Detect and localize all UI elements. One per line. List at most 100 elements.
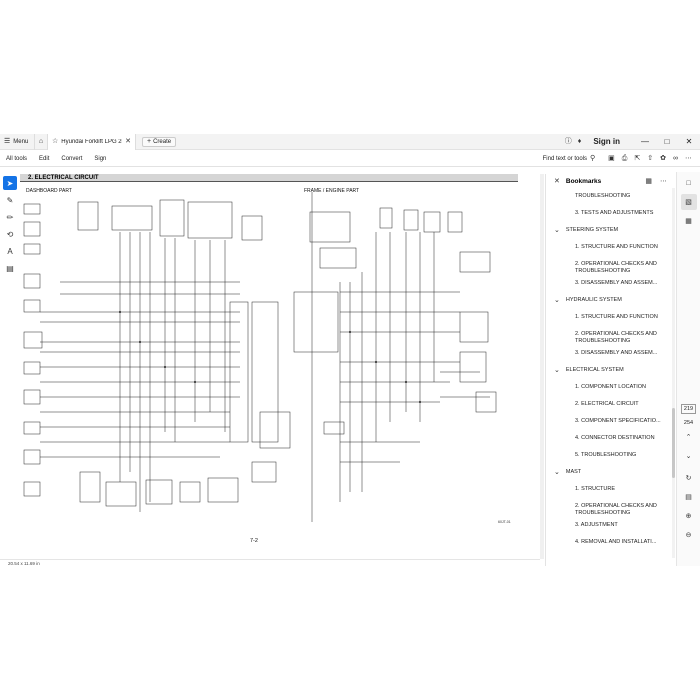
sign-in-button[interactable]: Sign in <box>587 137 634 146</box>
bookmark-label: 4. CONNECTOR DESTINATION <box>575 435 655 441</box>
bookmark-label: 2. OPERATIONAL CHECKS AND TROUBLESHOOTIN… <box>575 261 657 274</box>
link-icon[interactable]: ∞ <box>673 155 678 162</box>
next-page-button[interactable]: ⌄ <box>681 448 697 464</box>
bookmark-options-icon[interactable]: ⋯ <box>660 178 667 185</box>
zoom-out-button[interactable]: ⊖ <box>681 527 697 543</box>
bookmarks-panel: ✕ Bookmarks ▦ ⋯ TROUBLESHOOTING 3. TESTS… <box>545 174 675 566</box>
menu-all-tools[interactable]: All tools <box>0 156 33 162</box>
chevron-down-icon[interactable]: ⌄ <box>554 227 560 234</box>
document-view[interactable]: 2. ELECTRICAL CIRCUIT DASHBOARD PART FRA… <box>20 174 540 559</box>
bookmark-item[interactable]: 3. TESTS AND ADJUSTMENTS <box>546 205 674 222</box>
more-options-icon[interactable]: ⋯ <box>685 155 692 162</box>
bookmark-label: 1. STRUCTURE AND FUNCTION <box>575 244 658 250</box>
share-icon[interactable]: ⇱ <box>634 155 640 162</box>
bookmark-section[interactable]: ⌄ STEERING SYSTEM <box>546 222 674 239</box>
acrobat-window: ☰ Menu ⌂ ☆ Hyundai Forklift LPG 20... ✕ … <box>0 133 700 567</box>
plus-icon: + <box>147 138 152 145</box>
menu-convert[interactable]: Convert <box>55 156 88 162</box>
find-label: Find text or tools <box>542 155 587 162</box>
chevron-down-icon[interactable]: ⌄ <box>554 469 560 476</box>
bookmark-item[interactable]: 3. COMPONENT SPECIFICATIO... <box>546 413 674 430</box>
bookmark-item[interactable]: 3. DISASSEMBLY AND ASSEM... <box>546 345 674 362</box>
bookmark-item[interactable]: 2. OPERATIONAL CHECKS AND TROUBLESHOOTIN… <box>546 256 674 275</box>
bookmark-label: 3. DISASSEMBLY AND ASSEM... <box>575 280 658 286</box>
bookmarks-panel-button[interactable]: ▧ <box>680 194 697 210</box>
bookmark-item[interactable]: 1. STRUCTURE <box>546 481 674 498</box>
upload-icon[interactable]: ⇧ <box>647 155 653 162</box>
hamburger-icon: ☰ <box>4 138 11 145</box>
bookmark-item[interactable]: 5. TROUBLESHOOTING <box>546 447 674 464</box>
extract-button[interactable]: ▤ <box>681 489 697 505</box>
bookmark-item[interactable]: 3. ADJUSTMENT <box>546 517 674 534</box>
bookmark-item[interactable]: 1. STRUCTURE AND FUNCTION <box>546 239 674 256</box>
menu-bar-right: Find text or tools ⚲ ▣ ⎙ ⇱ ⇧ ✿ ∞ ⋯ <box>543 155 700 162</box>
find-tools-button[interactable]: Find text or tools ⚲ <box>543 155 596 162</box>
ai-assistant-icon[interactable]: ✿ <box>660 155 666 162</box>
text-tool-button[interactable]: A <box>3 244 17 258</box>
bookmark-label: 1. STRUCTURE <box>575 486 616 492</box>
chevron-down-icon[interactable]: ⌄ <box>554 367 560 374</box>
close-window-icon[interactable]: ✕ <box>678 137 700 146</box>
create-button[interactable]: + Create <box>142 136 177 147</box>
maximize-icon[interactable]: □ <box>656 137 678 146</box>
add-bookmark-icon[interactable]: ▦ <box>645 178 652 185</box>
comment-tool-button[interactable]: ✎ <box>3 193 17 207</box>
bookmark-item[interactable]: 2. ELECTRICAL CIRCUIT <box>546 396 674 413</box>
menu-sign[interactable]: Sign <box>88 156 112 162</box>
title-bar: ☰ Menu ⌂ ☆ Hyundai Forklift LPG 20... ✕ … <box>0 133 700 150</box>
save-icon[interactable]: ▣ <box>608 155 615 162</box>
bookmark-section[interactable]: ⌄ MAST <box>546 464 674 481</box>
menu-bar: All tools Edit Convert Sign Find text or… <box>0 151 700 167</box>
minimize-icon[interactable]: — <box>634 137 656 146</box>
figure-code: 60JT-01 <box>498 520 511 524</box>
print-icon[interactable]: ⎙ <box>622 155 628 162</box>
bookmark-item[interactable]: 4. REMOVAL AND INSTALLATI... <box>546 534 674 551</box>
bookmark-item[interactable]: 2. OPERATIONAL CHECKS AND TROUBLESHOOTIN… <box>546 498 674 517</box>
bookmarks-scrollbar[interactable] <box>672 188 675 558</box>
highlight-tool-button[interactable]: ✏ <box>3 210 17 224</box>
bookmark-label: 1. STRUCTURE AND FUNCTION <box>575 314 658 320</box>
zoom-in-button[interactable]: ⊕ <box>681 508 697 524</box>
title-bar-right: ⓘ ♦ Sign in — □ ✕ <box>565 134 700 150</box>
bookmark-item[interactable]: 2. OPERATIONAL CHECKS AND TROUBLESHOOTIN… <box>546 326 674 345</box>
bookmarks-header: ✕ Bookmarks ▦ ⋯ <box>546 174 675 188</box>
bookmark-item[interactable]: 1. STRUCTURE AND FUNCTION <box>546 309 674 326</box>
close-tab-icon[interactable]: ✕ <box>125 138 131 145</box>
current-page-field[interactable]: 219 <box>680 404 697 414</box>
bookmarks-scroll-thumb[interactable] <box>672 408 675 478</box>
thumbnails-panel-button[interactable]: ▦ <box>681 213 697 229</box>
menu-edit[interactable]: Edit <box>33 156 55 162</box>
stamp-tool-button[interactable]: ▤ <box>3 261 17 275</box>
notifications-icon[interactable]: ♦ <box>578 138 582 145</box>
chevron-down-icon[interactable]: ⌄ <box>554 297 560 304</box>
menu-button[interactable]: ☰ Menu <box>0 134 34 150</box>
total-pages-label: 254 <box>683 420 694 426</box>
star-icon[interactable]: ☆ <box>52 138 58 145</box>
bookmark-list: TROUBLESHOOTING 3. TESTS AND ADJUSTMENTS… <box>546 188 674 558</box>
bookmark-item[interactable]: 4. CONNECTOR DESTINATION <box>546 430 674 447</box>
comment-icon: ✎ <box>6 195 14 205</box>
bookmark-section[interactable]: ⌄ HYDRAULIC SYSTEM <box>546 292 674 309</box>
bookmark-item[interactable]: TROUBLESHOOTING <box>546 188 674 205</box>
previous-page-button[interactable]: ⌃ <box>681 429 697 445</box>
draw-tool-button[interactable]: ⟲ <box>3 227 17 241</box>
bookmark-label: TROUBLESHOOTING <box>575 193 631 199</box>
select-tool-button[interactable]: ➤ <box>3 176 17 190</box>
home-button[interactable]: ⌂ <box>34 133 48 150</box>
bookmark-item[interactable]: 3. DISASSEMBLY AND ASSEM... <box>546 275 674 292</box>
help-icon[interactable]: ⓘ <box>565 138 572 145</box>
document-tab[interactable]: ☆ Hyundai Forklift LPG 20... ✕ <box>48 133 136 150</box>
comments-panel-button[interactable]: □ <box>681 175 697 191</box>
bookmark-item[interactable]: 1. COMPONENT LOCATION <box>546 379 674 396</box>
document-scrollbar[interactable] <box>540 174 544 559</box>
status-bar: 20.54 x 11.69 in <box>0 559 540 567</box>
bookmark-label: 2. OPERATIONAL CHECKS AND TROUBLESHOOTIN… <box>575 331 657 344</box>
rotate-button[interactable]: ↻ <box>681 470 697 486</box>
grid-icon: ▦ <box>685 218 692 225</box>
search-icon: ⚲ <box>590 155 596 162</box>
cursor-icon: ➤ <box>6 178 14 188</box>
section-header: 2. ELECTRICAL CIRCUIT <box>20 174 518 182</box>
close-panel-icon[interactable]: ✕ <box>554 178 560 185</box>
right-rail: □ ▧ ▦ 219 254 ⌃ ⌄ ↻ ▤ ⊕ ⊖ <box>676 172 700 566</box>
bookmark-section[interactable]: ⌄ ELECTRICAL SYSTEM <box>546 362 674 379</box>
